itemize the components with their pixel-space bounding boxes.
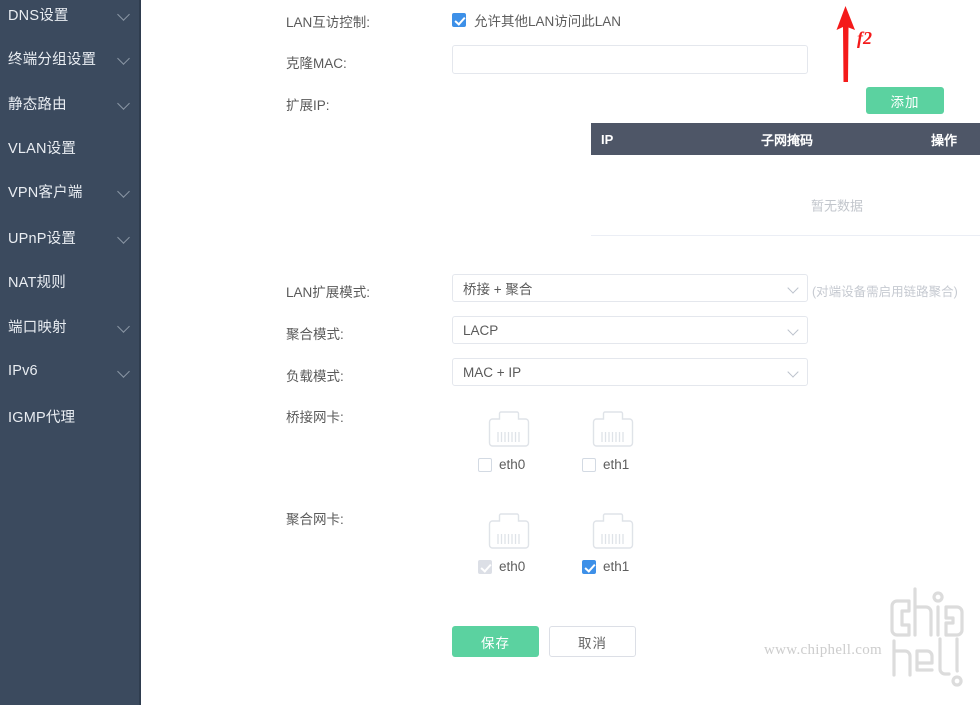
bridge-nic-eth1-checkbox[interactable] (582, 457, 596, 472)
lan-extension-mode-hint: (对端设备需启用链路聚合) (812, 285, 958, 299)
sidebar-item-label: VLAN设置 (8, 140, 77, 157)
load-mode-select[interactable]: MAC + IP (452, 358, 808, 386)
sidebar-item-label: IGMP代理 (8, 409, 76, 426)
sidebar-navigation: DNS设置 终端分组设置 静态路由 VLAN设置 VPN客户端 UPnP设置 N… (0, 0, 141, 705)
save-button[interactable]: 保存 (452, 626, 539, 657)
lan-access-control-checkbox[interactable] (452, 13, 466, 27)
bridge-nic-eth0-checkbox[interactable] (478, 457, 492, 472)
extended-ip-label: 扩展IP: (286, 98, 330, 113)
sidebar-item-upnp[interactable]: UPnP设置 (0, 223, 141, 251)
sidebar-item-label: VPN客户端 (8, 184, 83, 201)
sidebar-item-dns[interactable]: DNS设置 (0, 0, 141, 28)
aggregation-mode-select[interactable]: LACP (452, 316, 808, 344)
chevron-down-icon (118, 8, 131, 21)
sidebar-item-vpn-client[interactable]: VPN客户端 (0, 177, 141, 205)
bridge-nic-port-eth1[interactable]: eth1 (582, 407, 644, 472)
sidebar-item-terminal-group[interactable]: 终端分组设置 (0, 44, 141, 72)
column-header-ip: IP (601, 131, 614, 147)
aggregation-nic-label: 聚合网卡: (286, 512, 344, 527)
aggregation-nic-eth0-label: eth0 (499, 559, 526, 574)
add-extended-ip-button[interactable]: 添加 (866, 87, 944, 114)
sidebar-item-label: 静态路由 (8, 96, 67, 113)
watermark: www.chiphell.com (744, 581, 974, 691)
page-root: DNS设置 终端分组设置 静态路由 VLAN设置 VPN客户端 UPnP设置 N… (0, 0, 980, 705)
aggregation-nic-port-eth1[interactable]: eth1 (582, 509, 644, 574)
aggregation-nic-eth1-label: eth1 (603, 559, 630, 574)
cancel-button[interactable]: 取消 (549, 626, 636, 657)
chevron-down-icon (118, 185, 131, 198)
aggregation-nic-eth0-checkbox (478, 559, 492, 574)
lan-access-control-checkbox-row[interactable]: 允许其他LAN访问此LAN (452, 10, 621, 30)
lan-extension-mode-value: 桥接 + 聚合 (463, 282, 533, 297)
sidebar-item-label: NAT规则 (8, 274, 66, 291)
aggregation-mode-label: 聚合模式: (286, 327, 344, 342)
annotation-label: f2 (857, 28, 872, 48)
ethernet-port-icon (488, 411, 530, 447)
chevron-down-icon (118, 231, 131, 244)
bridge-nic-label: 桥接网卡: (286, 410, 344, 425)
chevron-down-icon (118, 320, 131, 333)
lan-access-control-checkbox-label: 允许其他LAN访问此LAN (474, 14, 622, 29)
chevron-down-icon (118, 52, 131, 65)
ethernet-port-icon (592, 411, 634, 447)
sidebar-item-static-route[interactable]: 静态路由 (0, 89, 141, 117)
bridge-nic-eth1-checkbox-row[interactable]: eth1 (582, 457, 644, 472)
bridge-nic-eth1-label: eth1 (603, 457, 630, 472)
lan-access-control-label: LAN互访控制: (286, 15, 371, 30)
table-empty-text: 暂无数据 (810, 198, 863, 214)
sidebar-item-label: UPnP设置 (8, 230, 77, 247)
chevron-down-icon (789, 368, 798, 377)
clone-mac-input[interactable] (452, 45, 808, 74)
aggregation-nic-eth1-checkbox-row[interactable]: eth1 (582, 559, 644, 574)
load-mode-value: MAC + IP (463, 364, 522, 380)
table-header-row: IP 子网掩码 操作 (591, 123, 980, 155)
sidebar-item-ipv6[interactable]: IPv6 (0, 357, 141, 385)
aggregation-nic-eth0-checkbox-row: eth0 (478, 559, 540, 574)
sidebar-item-port-mapping[interactable]: 端口映射 (0, 312, 141, 340)
bridge-nic-eth0-checkbox-row[interactable]: eth0 (478, 457, 540, 472)
chevron-down-icon (118, 97, 131, 110)
column-header-subnet: 子网掩码 (761, 132, 814, 148)
sidebar-item-label: 终端分组设置 (8, 51, 97, 68)
sidebar-item-nat-rule[interactable]: NAT规则 (0, 267, 141, 295)
sidebar-item-igmp-proxy[interactable]: IGMP代理 (0, 402, 141, 430)
watermark-url: www.chiphell.com (764, 642, 882, 658)
annotation-arrow-up-icon (836, 6, 855, 82)
sidebar-item-label: DNS设置 (8, 7, 69, 24)
ethernet-port-icon (488, 513, 530, 549)
aggregation-nic-eth1-checkbox[interactable] (582, 559, 596, 574)
lan-extension-mode-label: LAN扩展模式: (286, 285, 371, 300)
aggregation-mode-value: LACP (463, 322, 499, 338)
clone-mac-label: 克隆MAC: (286, 56, 347, 71)
chiphell-logo-icon (890, 587, 964, 687)
chevron-down-icon (789, 284, 798, 293)
chevron-down-icon (789, 326, 798, 335)
sidebar-item-vlan[interactable]: VLAN设置 (0, 133, 141, 161)
table-body: 暂无数据 (591, 155, 980, 236)
bridge-nic-eth0-label: eth0 (499, 457, 526, 472)
column-header-action: 操作 (931, 132, 958, 148)
aggregation-nic-port-eth0[interactable]: eth0 (478, 509, 540, 574)
extended-ip-table: IP 子网掩码 操作 暂无数据 (591, 123, 980, 236)
ethernet-port-icon (592, 513, 634, 549)
chevron-down-icon (118, 365, 131, 378)
lan-extension-mode-select[interactable]: 桥接 + 聚合 (452, 274, 808, 302)
bridge-nic-port-eth0[interactable]: eth0 (478, 407, 540, 472)
load-mode-label: 负载模式: (286, 369, 344, 384)
sidebar-item-label: 端口映射 (8, 319, 67, 336)
sidebar-item-label: IPv6 (8, 363, 38, 379)
